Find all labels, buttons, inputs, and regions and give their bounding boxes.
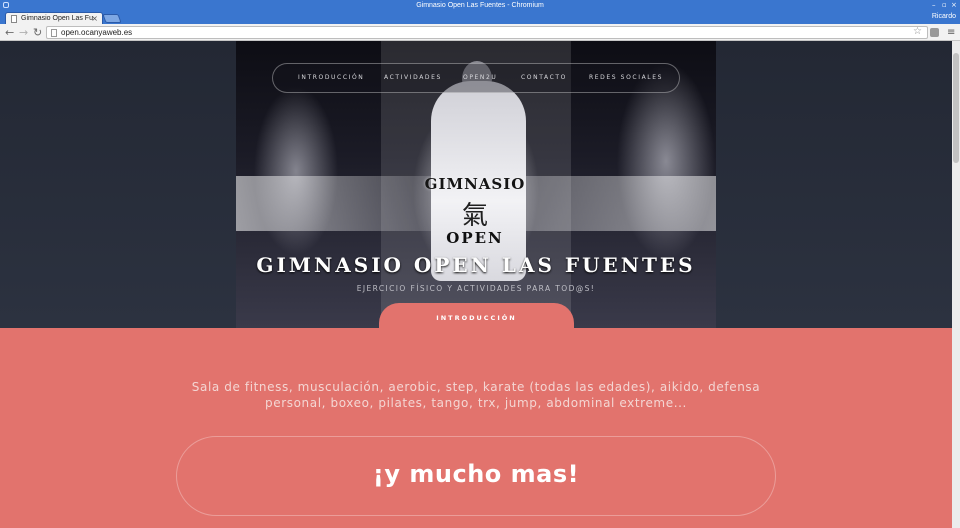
hero-title: GIMNASIO OPEN LAS FUENTES [256,253,696,277]
nav-contacto[interactable]: CONTACTO [521,64,567,92]
gym-logo: GIMNASIO 氣 OPEN [400,171,550,255]
menu-icon[interactable]: ≡ [947,24,955,41]
new-tab-button[interactable] [102,14,122,23]
nav-open2u[interactable]: OPEN2U [463,64,497,92]
window-titlebar: Gimnasio Open Las Fuentes - Chromium – ▫… [0,0,960,11]
page-scrollbar[interactable] [952,41,960,528]
bookmark-star-icon[interactable]: ☆ [913,24,922,39]
page-favicon-icon [11,15,17,23]
minimize-icon[interactable]: – [932,0,936,10]
forward-arrow-icon[interactable]: → [19,24,28,41]
nav-introduccion[interactable]: INTRODUCCIÓN [298,64,364,92]
close-window-icon[interactable]: × [951,0,957,10]
tab-close-icon[interactable]: × [91,13,98,24]
nav-redes-sociales[interactable]: REDES SOCIALES [589,64,663,92]
back-arrow-icon[interactable]: ← [5,24,14,41]
page-icon [51,29,57,37]
maximize-icon[interactable]: ▫ [942,0,947,10]
url-text[interactable]: open.ocanyaweb.es [61,27,132,39]
tab-active[interactable]: Gimnasio Open Las Fu × [5,12,103,24]
highlight-text: ¡y mucho mas! [372,460,580,488]
web-page: INTRODUCCIÓN ACTIVIDADES OPEN2U CONTACTO… [0,41,952,528]
logo-kanji: 氣 [461,201,488,231]
rss-icon[interactable] [930,28,939,37]
intro-text: Sala de fitness, musculación, aerobic, s… [191,380,761,410]
tab-strip: Gimnasio Open Las Fu × Ricardo [0,11,960,24]
browser-toolbar: ← → ↻ open.ocanyaweb.es ☆ ≡ [0,24,960,41]
hero-subtitle: EJERCICIO FÍSICO Y ACTIVIDADES PARA TOD@… [356,284,596,293]
scrollbar-thumb[interactable] [953,53,959,163]
highlight-pill: ¡y mucho mas! [176,436,776,516]
logo-line1: GIMNASIO [424,175,526,193]
reload-icon[interactable]: ↻ [33,24,42,41]
nav-actividades[interactable]: ACTIVIDADES [384,64,442,92]
site-nav: INTRODUCCIÓN ACTIVIDADES OPEN2U CONTACTO… [272,63,680,93]
profile-name[interactable]: Ricardo [932,11,956,23]
address-bar[interactable]: open.ocanyaweb.es [46,26,928,39]
window-title: Gimnasio Open Las Fuentes - Chromium [416,2,544,9]
tab-label: Gimnasio Open Las Fu [21,15,93,22]
logo-line2: OPEN [446,229,504,247]
section-tab-introduccion[interactable]: INTRODUCCIÓN [379,303,574,341]
